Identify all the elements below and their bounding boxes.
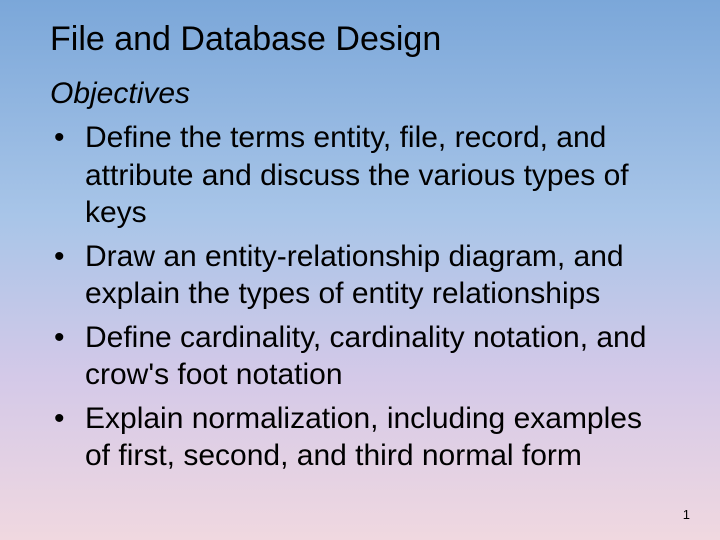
page-number: 1 xyxy=(683,507,690,522)
slide-title: File and Database Design xyxy=(50,20,670,59)
slide-subtitle: Objectives xyxy=(50,77,670,111)
list-item: Define cardinality, cardinality notation… xyxy=(50,319,670,394)
objectives-list: Define the terms entity, file, record, a… xyxy=(50,119,670,475)
list-item: Draw an entity-relationship diagram, and… xyxy=(50,238,670,313)
list-item: Define the terms entity, file, record, a… xyxy=(50,119,670,232)
list-item: Explain normalization, including example… xyxy=(50,400,670,475)
